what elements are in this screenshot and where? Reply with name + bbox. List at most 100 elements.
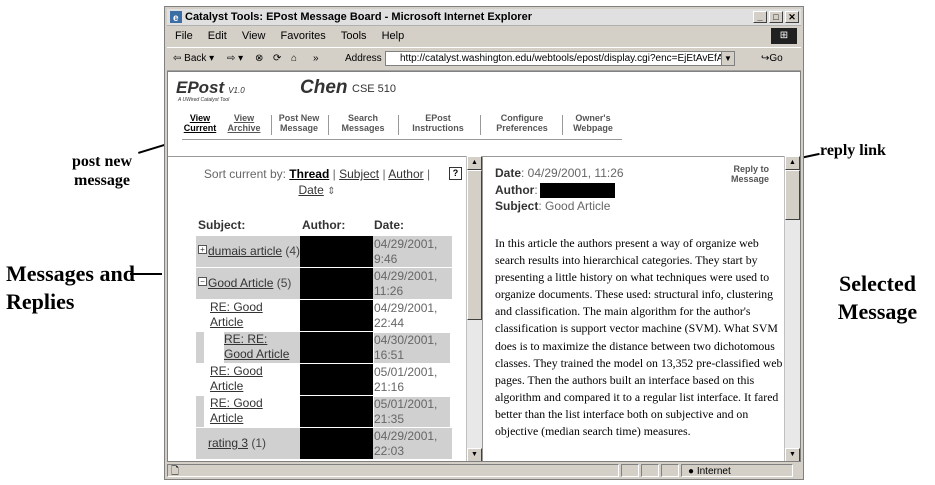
sort-by-author[interactable]: Author <box>388 167 423 181</box>
menu-tools[interactable]: Tools <box>341 30 367 42</box>
internet-globe-icon: ● <box>688 466 695 477</box>
author-redacted <box>300 364 373 395</box>
column-header-author: Author: <box>302 218 346 232</box>
message-link[interactable]: RE: Good Article <box>210 300 263 329</box>
nav-post-new-message[interactable]: Post New Message <box>274 111 324 139</box>
nav-separator <box>562 115 563 135</box>
reply-row[interactable]: RE: Good Article 04/29/2001, 22:44 <box>196 300 452 331</box>
help-icon[interactable]: ? <box>449 167 462 180</box>
nav-bar: View Current View Archive Post New Message … <box>182 111 622 140</box>
message-link[interactable]: RE: Good Article <box>210 396 263 425</box>
scroll-down-icon[interactable]: ▼ <box>467 448 482 461</box>
subject-label: Subject <box>495 199 539 213</box>
user-name: Chen <box>300 77 348 98</box>
subject-value: : Good Article <box>538 199 611 213</box>
nav-owners-webpage[interactable]: Owner's Webpage <box>566 111 620 139</box>
reply-count: (5) <box>276 276 292 290</box>
nav-view-archive[interactable]: View Archive <box>222 111 266 139</box>
minimize-icon[interactable]: _ <box>753 11 767 23</box>
message-link[interactable]: Good Article <box>208 276 273 290</box>
expand-icon[interactable]: + <box>198 245 207 254</box>
sort-order-icon[interactable]: ⇕ <box>327 186 335 197</box>
sort-by-subject[interactable]: Subject <box>339 167 379 181</box>
reply-count: (1) <box>251 436 267 450</box>
message-link[interactable]: RE: Good Article <box>210 364 263 393</box>
nav-separator <box>398 115 399 135</box>
date-value: : 04/29/2001, 11:26 <box>521 166 624 180</box>
zone-label: Internet <box>696 466 731 477</box>
go-button[interactable]: ↪Go <box>761 48 783 70</box>
message-date: 04/29/2001, 22:03 <box>374 429 438 458</box>
nav-epost-instructions[interactable]: EPost Instructions <box>402 111 474 139</box>
back-label: Back <box>184 53 207 64</box>
maximize-icon[interactable]: □ <box>769 11 783 23</box>
nav-view-current[interactable]: View Current <box>182 111 218 139</box>
scroll-thumb[interactable] <box>467 170 482 320</box>
epost-header: EPost V1.0 A UWired Catalyst Tool Chen CS… <box>168 72 800 157</box>
close-icon[interactable]: ✕ <box>785 11 799 23</box>
column-header-date: Date: <box>374 218 405 232</box>
sort-controls: Sort current by: Thread | Subject | Auth… <box>203 167 431 197</box>
scroll-up-icon[interactable]: ▲ <box>467 156 482 170</box>
author-redacted <box>300 236 373 267</box>
menu-help[interactable]: Help <box>382 30 405 42</box>
thread-row[interactable]: − Good Article (5) 04/29/2001, 11:26 <box>196 268 452 299</box>
reply-row[interactable]: RE: Good Article 05/01/2001, 21:16 <box>196 364 452 395</box>
author-redacted <box>300 428 373 459</box>
thread-subject: Good Article (5) <box>208 276 291 291</box>
message-date: 04/29/2001, 9:46 <box>374 237 438 266</box>
author-redacted <box>300 300 373 331</box>
menu-view[interactable]: View <box>242 30 266 42</box>
scroll-down-icon[interactable]: ▼ <box>785 448 800 461</box>
message-link[interactable]: rating 3 <box>208 436 248 450</box>
stop-icon[interactable]: ⊗ <box>255 48 263 70</box>
home-icon[interactable]: ⌂ <box>291 48 297 70</box>
message-body: In this article the authors present a wa… <box>495 236 783 439</box>
thread-row[interactable]: rating 3 (1) 04/29/2001, 22:03 <box>196 428 452 459</box>
message-link[interactable]: dumais article <box>208 244 282 258</box>
refresh-icon[interactable]: ⟳ <box>273 48 281 70</box>
message-date: 05/01/2001, 21:16 <box>374 365 438 394</box>
scroll-up-icon[interactable]: ▲ <box>785 156 800 170</box>
forward-button[interactable]: ⇨ ▾ <box>227 48 243 70</box>
status-panel <box>621 464 639 477</box>
reply-to-message-link[interactable]: Reply to Message <box>715 164 769 184</box>
menu-edit[interactable]: Edit <box>208 30 227 42</box>
message-scrollbar[interactable]: ▲ ▼ <box>784 156 800 461</box>
logo-text: EPost <box>176 78 225 97</box>
author-label: Author <box>495 183 535 197</box>
address-dropdown-icon[interactable]: ▼ <box>721 52 734 65</box>
ie-icon: e <box>170 11 182 23</box>
scroll-thumb[interactable] <box>785 170 800 220</box>
more-buttons-icon[interactable]: » <box>313 48 319 70</box>
message-link[interactable]: RE: RE: Good Article <box>224 332 289 361</box>
nav-configure-preferences[interactable]: Configure Preferences <box>486 111 558 139</box>
logo-version: V1.0 <box>228 86 245 95</box>
page-content: EPost V1.0 A UWired Catalyst Tool Chen CS… <box>167 71 801 462</box>
thread-indent-bar <box>196 332 204 363</box>
nav-search-messages[interactable]: Search Messages <box>332 111 394 139</box>
message-date: 04/30/2001, 16:51 <box>374 333 450 363</box>
toolbar: ⇦ Back ▾ ⇨ ▾ ⊗ ⟳ ⌂ » Address http://cata… <box>167 47 801 71</box>
menu-favorites[interactable]: Favorites <box>281 30 326 42</box>
thread-indent-bar <box>196 396 204 427</box>
epost-logo: EPost V1.0 <box>176 78 245 98</box>
nav-separator <box>328 115 329 135</box>
status-panel <box>641 464 659 477</box>
menu-file[interactable]: File <box>175 30 193 42</box>
logo-tagline: A UWired Catalyst Tool <box>178 97 230 103</box>
nav-separator <box>480 115 481 135</box>
collapse-icon[interactable]: − <box>198 277 207 286</box>
address-input[interactable]: http://catalyst.washington.edu/webtools/… <box>385 51 735 66</box>
reply-count: (4) <box>285 244 301 258</box>
sort-by-date[interactable]: Date <box>298 183 323 197</box>
message-date: 04/29/2001, 22:44 <box>374 301 438 330</box>
message-date: 04/29/2001, 11:26 <box>374 269 438 298</box>
thread-row[interactable]: + dumais article (4) 04/29/2001, 9:46 <box>196 236 452 267</box>
back-button[interactable]: ⇦ Back ▾ <box>173 48 214 70</box>
reply-row[interactable]: RE: RE: Good Article 04/30/2001, 16:51 <box>196 332 452 363</box>
sort-by-thread[interactable]: Thread <box>289 167 329 181</box>
list-scrollbar[interactable]: ▲ ▼ <box>466 156 482 461</box>
reply-row[interactable]: RE: Good Article 05/01/2001, 21:35 <box>196 396 452 427</box>
annotation-post-new-message: post new message <box>71 153 132 189</box>
